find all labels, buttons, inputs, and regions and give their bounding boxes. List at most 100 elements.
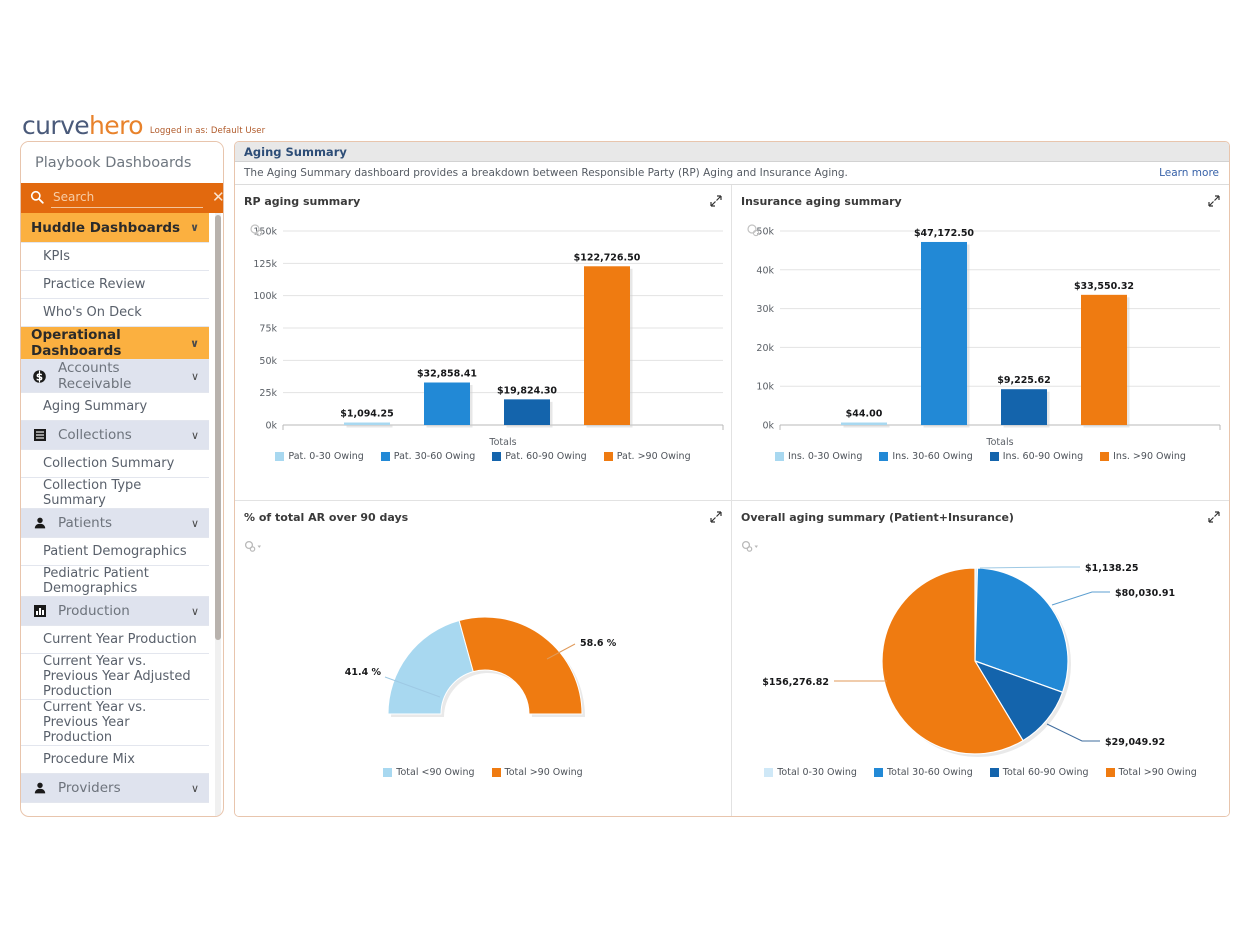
legend-swatch-icon xyxy=(383,768,393,777)
chevron-down-icon[interactable]: ∨ xyxy=(184,337,199,350)
legend-item[interactable]: Total 0-30 Owing xyxy=(764,767,857,778)
panel-header: % of total AR over 90 days xyxy=(235,501,731,529)
legend-item[interactable]: Pat. 30-60 Owing xyxy=(380,451,476,462)
sidebar-item-label: Accounts Receivable xyxy=(58,360,132,392)
legend-swatch-icon xyxy=(1100,452,1110,461)
expand-icon[interactable] xyxy=(710,508,722,527)
search-input[interactable] xyxy=(51,188,203,208)
sidebar-item-practice-review[interactable]: Practice Review xyxy=(21,271,209,299)
chart-overall-aging-summary[interactable]: $1,138.25 $80,030.91 $29,049.92 $156,276.82… xyxy=(732,529,1229,784)
svg-text:$32,858.41: $32,858.41 xyxy=(417,369,477,380)
legend-item[interactable]: Total >90 Owing xyxy=(491,767,583,778)
chart-rp-aging-summary[interactable]: 0k 25k 50k 75k 100k 125k 150k $1,094.25 $32,858.… xyxy=(235,213,731,468)
sidebar-item-huddle-dashboards[interactable]: Huddle Dashboards ∨ xyxy=(21,213,209,243)
chart-pct-total-ar-over-90-days[interactable]: 41.4 % 58.6 % Total <90 Owing Total >90 Ow… xyxy=(235,529,731,784)
learn-more-link[interactable]: Learn more xyxy=(1159,167,1219,179)
chart-insurance-aging-summary[interactable]: 0k 10k 20k 30k 40k 50k $44.00 $47,172.50 $9,225.… xyxy=(732,213,1229,468)
sidebar-item-current-year-vs-previous-year-adjusted-production[interactable]: Current Year vs. Previous Year Adjusted … xyxy=(21,654,209,700)
legend-item[interactable]: Total <90 Owing xyxy=(383,767,475,778)
expand-icon[interactable] xyxy=(710,192,722,211)
chart-legend: Total <90 Owing Total >90 Owing xyxy=(235,767,731,778)
svg-text:0k: 0k xyxy=(265,421,277,432)
legend-label: Pat. 60-90 Owing xyxy=(505,451,587,462)
legend-swatch-icon xyxy=(989,452,999,461)
sidebar-item-collections[interactable]: Collections ∨ xyxy=(21,421,209,450)
chevron-down-icon[interactable]: ∨ xyxy=(185,517,199,530)
chevron-down-icon[interactable]: ∨ xyxy=(185,370,199,383)
svg-text:$19,824.30: $19,824.30 xyxy=(497,385,557,396)
brand-bar: curvehero Logged in as: Default User xyxy=(22,113,265,138)
sidebar-item-patients[interactable]: Patients ∨ xyxy=(21,509,209,538)
chart-legend: Total 0-30 Owing Total 30-60 Owing Total 6… xyxy=(732,767,1229,778)
sidebar-item-label: Production xyxy=(58,603,130,619)
legend-item[interactable]: Ins. >90 Owing xyxy=(1100,451,1186,462)
chevron-down-icon[interactable]: ∨ xyxy=(184,221,199,234)
chevron-down-icon[interactable]: ∨ xyxy=(185,429,199,442)
sidebar-item-label: Current Year vs. Previous Year Adjusted … xyxy=(43,654,191,699)
legend-item[interactable]: Ins. 60-90 Owing xyxy=(989,451,1083,462)
chevron-down-icon[interactable]: ∨ xyxy=(185,605,199,618)
sidebar-item-patient-demographics[interactable]: Patient Demographics xyxy=(21,538,209,566)
legend-item[interactable]: Pat. 0-30 Owing xyxy=(275,451,364,462)
panel-title: Overall aging summary (Patient+Insurance… xyxy=(741,511,1014,524)
dashboard-description: The Aging Summary dashboard provides a b… xyxy=(244,167,848,179)
legend-label: Pat. >90 Owing xyxy=(616,451,691,462)
slice-label: 58.6 % xyxy=(580,638,617,649)
svg-text:Totals: Totals xyxy=(488,437,516,448)
svg-text:20k: 20k xyxy=(756,343,774,354)
app-logo[interactable]: curvehero xyxy=(22,113,144,138)
svg-text:50k: 50k xyxy=(259,356,277,367)
legend-item[interactable]: Total 60-90 Owing xyxy=(989,767,1089,778)
legend-label: Pat. 0-30 Owing xyxy=(288,451,364,462)
sidebar-item-collection-type-summary[interactable]: Collection Type Summary xyxy=(21,478,209,509)
expand-icon[interactable] xyxy=(1208,192,1220,211)
dollar-circle-icon: S xyxy=(31,368,48,385)
legend-swatch-icon xyxy=(775,452,785,461)
sidebar-item-aging-summary[interactable]: Aging Summary xyxy=(21,393,209,421)
sidebar-item-kpis[interactable]: KPIs xyxy=(21,243,209,271)
sidebar-item-label: Patients xyxy=(58,515,113,531)
legend-item[interactable]: Total >90 Owing xyxy=(1105,767,1197,778)
svg-text:100k: 100k xyxy=(253,291,277,302)
sidebar-item-operational-dashboards[interactable]: Operational Dashboards ∨ xyxy=(21,327,209,360)
sidebar-item-label: Patient Demographics xyxy=(43,544,187,559)
sidebar-item-accounts-receivable[interactable]: S Accounts Receivable ∨ xyxy=(21,360,209,393)
legend-item[interactable]: Total 30-60 Owing xyxy=(873,767,973,778)
sidebar-scrollbar-thumb[interactable] xyxy=(215,215,221,640)
sidebar-item-procedure-mix[interactable]: Procedure Mix xyxy=(21,746,209,774)
legend-item[interactable]: Pat. >90 Owing xyxy=(603,451,691,462)
legend-item[interactable]: Ins. 0-30 Owing xyxy=(775,451,862,462)
panel-rp-aging-summary: RP aging summary 0k 25k 50k 75k 100k 125k 150k… xyxy=(235,185,732,501)
sidebar-item-label: Who's On Deck xyxy=(43,305,142,320)
panel-header: RP aging summary xyxy=(235,185,731,213)
sidebar-item-label: Practice Review xyxy=(43,277,146,292)
legend-swatch-icon xyxy=(492,452,502,461)
slice-label: $29,049.92 xyxy=(1105,737,1165,748)
chevron-down-icon[interactable]: ∨ xyxy=(185,782,199,795)
sidebar-item-who-s-on-deck[interactable]: Who's On Deck xyxy=(21,299,209,327)
legend-swatch-icon xyxy=(873,768,883,777)
sidebar-item-current-year-vs-previous-year-production[interactable]: Current Year vs. Previous Year Productio… xyxy=(21,700,209,746)
sidebar-item-pediatric-patient-demographics[interactable]: Pediatric Patient Demographics xyxy=(21,566,209,597)
sidebar-item-collection-summary[interactable]: Collection Summary xyxy=(21,450,209,478)
sidebar-item-current-year-production[interactable]: Current Year Production xyxy=(21,626,209,654)
legend-swatch-icon xyxy=(603,452,613,461)
legend-swatch-icon xyxy=(380,452,390,461)
expand-icon[interactable] xyxy=(1208,508,1220,527)
legend-swatch-icon xyxy=(275,452,285,461)
svg-text:25k: 25k xyxy=(259,388,277,399)
legend-item[interactable]: Pat. 60-90 Owing xyxy=(492,451,587,462)
app-root: curvehero Logged in as: Default User Pla… xyxy=(0,0,1250,936)
legend-label: Total 30-60 Owing xyxy=(886,767,973,778)
half-donut-svg: 41.4 % 58.6 % xyxy=(345,616,617,717)
panel-header: Insurance aging summary xyxy=(732,185,1229,213)
bar-chart-svg: 0k 10k 20k 30k 40k 50k $44.00 $47,172.50 $9,225.… xyxy=(747,224,1221,448)
sidebar-item-production[interactable]: Production ∨ xyxy=(21,597,209,626)
sidebar-item-providers[interactable]: Providers ∨ xyxy=(21,774,209,803)
clear-search-icon[interactable]: ✕ xyxy=(210,189,223,207)
legend-label: Total >90 Owing xyxy=(1118,767,1197,778)
legend-swatch-icon xyxy=(1105,768,1115,777)
legend-label: Pat. 30-60 Owing xyxy=(393,451,476,462)
panel-overall-aging-summary: Overall aging summary (Patient+Insurance… xyxy=(732,501,1229,816)
legend-item[interactable]: Ins. 30-60 Owing xyxy=(879,451,973,462)
